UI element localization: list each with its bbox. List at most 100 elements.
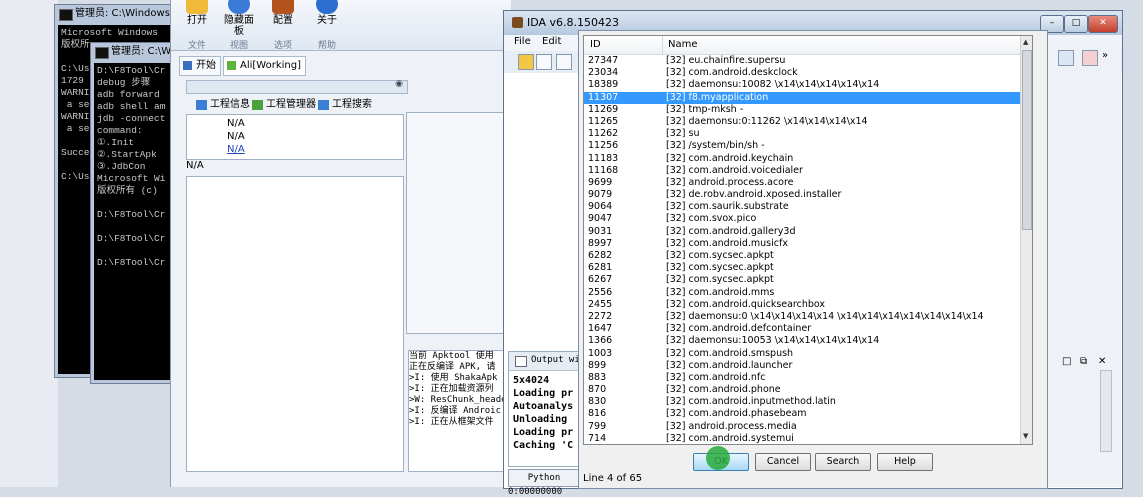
scroll-up-icon[interactable]: ▲ (1023, 38, 1028, 46)
process-row[interactable]: 9064 [32] com.saurik.substrate (584, 201, 1020, 213)
process-row[interactable]: 11262 [32] su (584, 128, 1020, 140)
process-id: 11256 (588, 140, 619, 152)
click-indicator (706, 446, 730, 470)
graph-icon[interactable] (1058, 50, 1074, 66)
process-row[interactable]: 11183 [32] com.android.keychain (584, 153, 1020, 165)
tab-ali-label: Ali[Working] (240, 60, 301, 71)
output-close-icon[interactable]: ✕ (1098, 356, 1106, 367)
process-row[interactable]: 883 [32] com.android.nfc (584, 372, 1020, 384)
process-row[interactable]: 2272 [32] daemonsu:0 \x14\x14\x14\x14 \x1… (584, 311, 1020, 323)
output-scrollbar[interactable] (1100, 370, 1112, 452)
process-name: [32] daemonsu:10053 \x14\x14\x14\x14\x14 (666, 335, 880, 347)
process-id: 830 (588, 396, 607, 408)
menu-file[interactable]: File (514, 36, 531, 47)
process-row[interactable]: 799 [32] android.process.media (584, 421, 1020, 433)
open-file-icon[interactable] (518, 54, 534, 70)
process-row[interactable]: 11168 [32] com.android.voicedialer (584, 165, 1020, 177)
scroll-thumb[interactable] (1022, 50, 1032, 230)
process-id: 9047 (588, 213, 613, 225)
process-row[interactable]: 27347 [32] eu.chainfire.supersu (584, 55, 1020, 67)
process-id: 1366 (588, 335, 613, 347)
scroll-down-icon[interactable]: ▼ (1023, 432, 1028, 440)
desktop-background (0, 0, 58, 487)
process-name: [32] com.android.voicedialer (666, 164, 803, 176)
tab-start[interactable]: 开始 (179, 56, 221, 76)
process-row[interactable]: 816 [32] com.android.phasebeam (584, 408, 1020, 420)
process-id: 883 (588, 371, 607, 383)
info-value-2: N/A (227, 131, 245, 142)
output-line: Caching 'C (513, 440, 574, 451)
info-link-value[interactable]: N/A (227, 144, 245, 155)
process-name: [32] com.sycsec.apkpt (666, 274, 774, 286)
process-name: [32] daemonsu:0 \x14\x14\x14\x14 \x14\x1… (666, 310, 984, 322)
subtab-project-info[interactable]: 工程信息 (196, 96, 250, 114)
console-2-titlebar[interactable]: 管理员: C:\W (91, 43, 173, 61)
function-icon[interactable] (1082, 50, 1098, 66)
tab-ali-working[interactable]: Ali[Working] (223, 56, 306, 76)
process-row[interactable]: 23034 [32] com.android.deskclock (584, 67, 1020, 79)
search-button[interactable]: Search (815, 453, 871, 471)
process-name: [32] de.robv.android.xposed.installer (666, 189, 842, 201)
process-name: [32] com.android.quicksearchbox (666, 298, 826, 310)
output-restore-icon[interactable]: ⧉ (1080, 356, 1087, 367)
process-row[interactable]: 9047 [32] com.svox.pico (584, 213, 1020, 225)
column-name-header[interactable]: Name (668, 39, 698, 50)
android-icon (227, 61, 236, 70)
process-row[interactable]: 9079 [32] de.robv.android.xposed.installe… (584, 189, 1020, 201)
process-row[interactable]: 11256 [32] /system/bin/sh - (584, 140, 1020, 152)
project-info-box (186, 114, 404, 160)
process-id: 1647 (588, 323, 613, 335)
process-row[interactable]: 830 [32] com.android.inputmethod.latin (584, 396, 1020, 408)
cancel-button[interactable]: Cancel (755, 453, 811, 471)
process-name: [32] daemonsu:10082 \x14\x14\x14\x14\x14 (666, 79, 880, 91)
process-list[interactable]: ID Name 27347 [32] eu.chainfire.supersu 23… (583, 35, 1033, 445)
console-window-2[interactable]: 管理员: C:\W D:\F8Tool\Cr debug 步骤 adb forw… (90, 42, 174, 384)
log-line: 正在反编译 APK, 请 (409, 362, 496, 372)
process-row[interactable]: 2455 [32] com.android.quicksearchbox (584, 299, 1020, 311)
python-button[interactable]: Python (508, 469, 580, 487)
process-id: 6267 (588, 274, 613, 286)
process-row[interactable]: 9699 [32] android.process.acore (584, 177, 1020, 189)
save-icon[interactable] (536, 54, 552, 70)
menu-edit[interactable]: Edit (542, 36, 561, 47)
output-line: Loading pr (513, 427, 574, 438)
editor-panel[interactable] (406, 112, 508, 334)
output-minimize-icon[interactable]: □ (1062, 356, 1071, 367)
process-row[interactable]: 1366 [32] daemonsu:10053 \x14\x14\x14\x14… (584, 335, 1020, 347)
process-row[interactable]: 899 [32] com.android.launcher (584, 360, 1020, 372)
subtab-project-manager[interactable]: 工程管理器 (252, 96, 316, 114)
process-row[interactable]: 870 [32] com.android.phone (584, 384, 1020, 396)
column-id-header[interactable]: ID (590, 39, 601, 50)
process-row[interactable]: 18389 [32] daemonsu:10082 \x14\x14\x14\x1… (584, 79, 1020, 91)
help-button[interactable]: Help (877, 453, 933, 471)
log-output[interactable]: 当前 Apktool 使用 正在反编译 APK, 请 >I: 使用 ShakaApk… (408, 350, 510, 472)
process-id: 9064 (588, 201, 613, 213)
pin-icon[interactable]: ◉ (395, 79, 403, 89)
process-id: 1003 (588, 347, 613, 359)
process-list-scrollbar[interactable]: ▲ ▼ (1020, 36, 1032, 444)
process-list-header: ID Name (584, 36, 1032, 55)
process-row[interactable]: 6281 [32] com.sycsec.apkpt (584, 262, 1020, 274)
column-separator[interactable] (662, 36, 663, 54)
process-name: [32] daemonsu:0:11262 \x14\x14\x14\x14 (666, 115, 868, 127)
toolbar-overflow-icon[interactable]: » (1102, 50, 1108, 61)
process-row[interactable]: 2556 [32] com.android.mms (584, 287, 1020, 299)
back-icon[interactable] (556, 54, 572, 70)
process-row[interactable]: 714 [32] com.android.systemui (584, 433, 1020, 444)
process-row[interactable]: 6282 [32] com.sycsec.apkpt (584, 250, 1020, 262)
process-row[interactable]: 11265 [32] daemonsu:0:11262 \x14\x14\x14\… (584, 116, 1020, 128)
console-2-output[interactable]: D:\F8Tool\Cr debug 步骤 adb forward adb sh… (94, 63, 170, 380)
process-row[interactable]: 11269 [32] tmp-mksh - (584, 104, 1020, 116)
maximize-button[interactable]: □ (1064, 15, 1088, 33)
close-button[interactable]: ✕ (1088, 15, 1118, 33)
console-1-titlebar[interactable]: 管理员: C:\Windows\s (55, 5, 173, 23)
subtab-project-search[interactable]: 工程搜索 (318, 96, 372, 114)
project-tree-panel[interactable] (186, 176, 404, 472)
process-row[interactable]: 9031 [32] com.android.gallery3d (584, 226, 1020, 238)
process-row[interactable]: 1003 [32] com.android.smspush (584, 348, 1020, 360)
process-row[interactable]: 6267 [32] com.sycsec.apkpt (584, 274, 1020, 286)
process-id: 899 (588, 359, 607, 371)
process-row[interactable]: 11307 [32] f8.myapplication (584, 91, 1020, 104)
process-row[interactable]: 1647 [32] com.android.defcontainer (584, 323, 1020, 335)
process-row[interactable]: 8997 [32] com.android.musicfx (584, 238, 1020, 250)
